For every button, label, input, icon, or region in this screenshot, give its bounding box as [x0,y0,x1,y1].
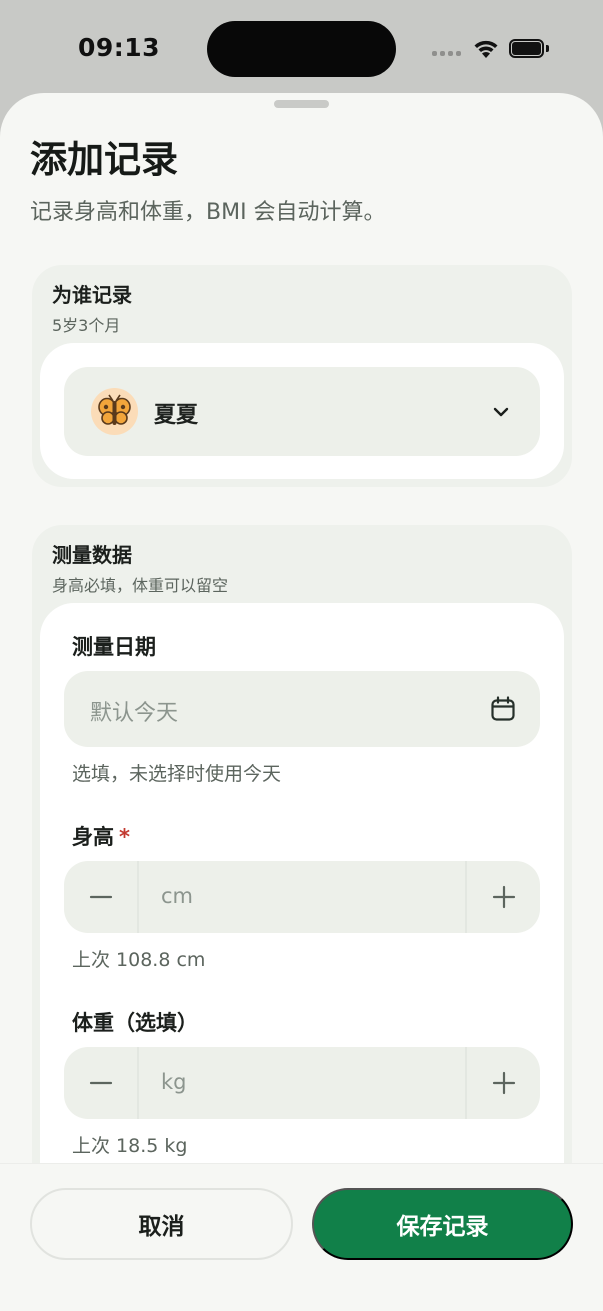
add-record-sheet: 添加记录 记录身高和体重，BMI 会自动计算。 为谁记录 5岁3个月 夏夏 测量… [0,93,603,1311]
dynamic-island [207,21,396,77]
height-increment-button[interactable] [465,861,540,933]
who-section-title: 为谁记录 [52,283,132,307]
save-record-button[interactable]: 保存记录 [312,1188,573,1260]
height-input[interactable]: cm [161,884,193,908]
who-section: 为谁记录 5岁3个月 夏夏 [32,265,572,487]
height-decrement-button[interactable] [64,861,139,933]
cancel-button[interactable]: 取消 [30,1188,293,1260]
measurement-section-title: 测量数据 [52,543,132,567]
required-mark: * [119,825,130,849]
child-age: 5岁3个月 [52,316,121,335]
weight-last-value: 上次 18.5 kg [72,1135,188,1157]
child-select[interactable]: 夏夏 [64,367,540,456]
date-placeholder: 默认今天 [90,701,179,726]
plus-icon [492,885,515,909]
height-last-value: 上次 108.8 cm [72,949,206,971]
sheet-grabber[interactable] [274,100,329,108]
screen: 09:13 添加记录 记录身高和体重，BMI 会自动计算。 为谁记录 5岁3个月 [0,0,603,1311]
weight-stepper: kg [64,1047,540,1119]
avatar [91,388,138,435]
weight-increment-button[interactable] [465,1047,540,1119]
measurement-section-hint: 身高必填，体重可以留空 [52,576,229,595]
battery-icon [509,39,549,58]
height-label-text: 身高 [72,825,114,849]
sheet-title: 添加记录 [30,138,178,181]
child-picker-card: 夏夏 [40,343,564,479]
status-bar: 09:13 [0,0,603,95]
sheet-subtitle: 记录身高和体重，BMI 会自动计算。 [30,200,386,225]
plus-icon [492,1071,515,1095]
butterfly-icon [98,394,131,425]
date-label: 测量日期 [72,635,156,659]
sheet-footer: 取消 保存记录 [0,1163,603,1311]
weight-input[interactable]: kg [161,1070,187,1094]
minus-icon [89,895,112,899]
height-stepper: cm [64,861,540,933]
weight-label: 体重（选填） [72,1011,198,1035]
wifi-icon [474,40,498,58]
minus-icon [89,1081,112,1085]
weight-decrement-button[interactable] [64,1047,139,1119]
chevron-down-icon [493,407,509,417]
date-helper: 选填，未选择时使用今天 [72,763,282,785]
height-label: 身高 * [72,821,130,851]
child-name: 夏夏 [154,403,199,428]
status-time: 09:13 [78,33,161,62]
calendar-icon[interactable] [490,696,516,722]
date-input[interactable]: 默认今天 [64,671,540,747]
signal-icon [432,51,462,57]
